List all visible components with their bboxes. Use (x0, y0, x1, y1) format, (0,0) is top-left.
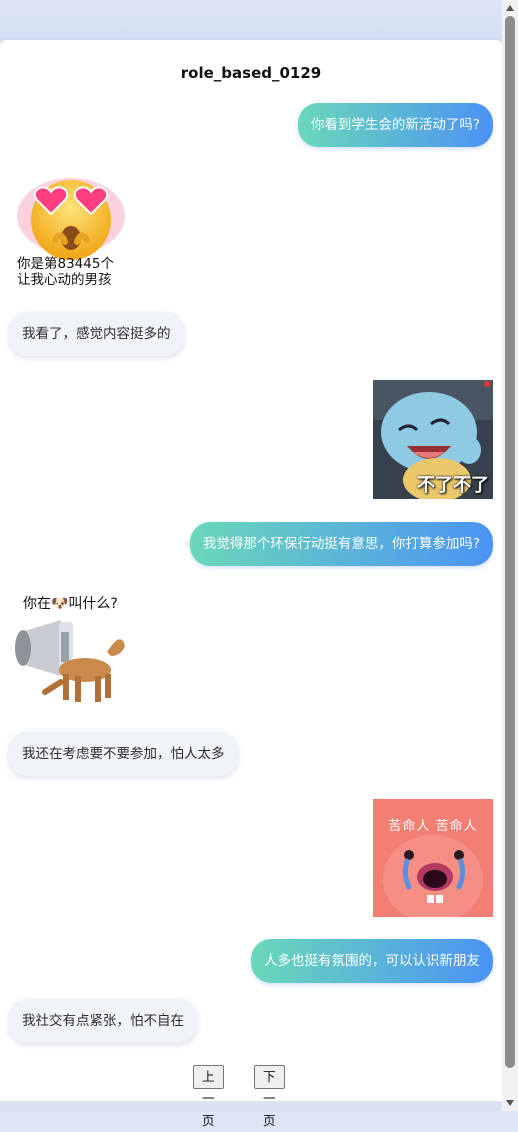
scroll-up-arrow-icon[interactable] (506, 5, 514, 11)
window-top-band (0, 0, 502, 40)
scroll-thumb[interactable] (505, 16, 515, 1068)
crying-creature-sticker: 苦命人 苦命人 (373, 799, 493, 917)
sticker-caption: 你是第83445个 让我心动的男孩 (17, 256, 114, 288)
vertical-scrollbar[interactable] (502, 0, 518, 1111)
message-bubble-left: 我看了，感觉内容挺多的 (9, 312, 184, 356)
message-bubble-right: 你看到学生会的新活动了吗? (297, 103, 493, 147)
heart-eyes-face-icon (17, 178, 125, 260)
dog-megaphone-icon (15, 620, 125, 702)
window-bottom-band (0, 1101, 502, 1111)
sticker-caption: 你在🐶叫什么? (23, 596, 118, 612)
dog-megaphone-sticker: 你在🐶叫什么? (15, 590, 127, 712)
conversation-title: role_based_0129 (180, 64, 322, 82)
sticker-caption: 不了不了 (417, 475, 489, 496)
message-bubble-right: 人多也挺有氛围的，可以认识新朋友 (251, 939, 493, 983)
prev-page-button[interactable]: 上一页 (193, 1065, 224, 1128)
message-bubble-left: 我还在考虑要不要参加，怕人太多 (9, 732, 238, 776)
squirtle-sticker: 不了不了 (373, 380, 493, 499)
message-bubble-left: 我社交有点紧张，怕不自在 (9, 999, 197, 1043)
sticker-caption: 苦命人 苦命人 (388, 819, 478, 834)
scroll-down-arrow-icon[interactable] (506, 1100, 514, 1106)
message-bubble-right: 我觉得那个环保行动挺有意思，你打算参加吗? (189, 522, 493, 566)
heart-eyes-sticker: 你是第83445个 让我心动的男孩 (15, 170, 127, 290)
next-page-button[interactable]: 下一页 (254, 1065, 285, 1128)
